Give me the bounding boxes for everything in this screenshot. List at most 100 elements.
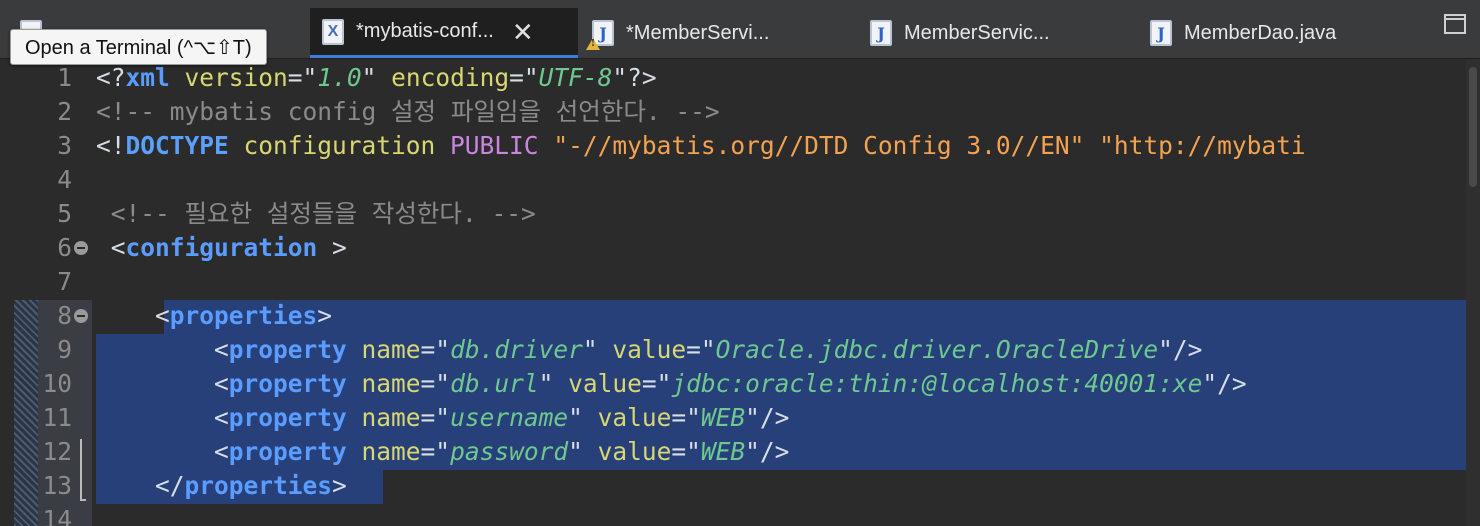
code-token: ="	[686, 335, 716, 364]
code-line[interactable]: 9 <property name="db.driver" value="Orac…	[0, 333, 1480, 367]
code-line[interactable]: 3 <!DOCTYPE configuration PUBLIC "-//myba…	[0, 129, 1480, 163]
code-token: <	[96, 437, 229, 466]
line-number: 5	[57, 199, 72, 228]
code-token: "	[568, 437, 583, 466]
code-token: <?	[96, 63, 126, 92]
code-line[interactable]: 1 <?xml version="1.0" encoding="UTF-8"?>	[0, 61, 1480, 95]
code-token: "	[582, 335, 598, 364]
code-token: <!-- 필요한 설정들을 작성한다. -->	[96, 199, 536, 228]
code-token: "	[1202, 369, 1218, 398]
code-line[interactable]: 12 <property name="password" value="WEB"…	[0, 435, 1480, 469]
code-line[interactable]: 5 <!-- 필요한 설정들을 작성한다. -->	[0, 197, 1480, 231]
code-token: property	[228, 437, 347, 466]
code-token: UTF-8	[538, 63, 613, 92]
code-token: value	[553, 369, 642, 398]
code-token: value	[582, 437, 672, 466]
code-token: "http://mybati	[1084, 131, 1306, 160]
fold-toggle-icon[interactable]	[74, 309, 88, 323]
tab-member-service[interactable]: J MemberServic...	[870, 8, 1130, 58]
tab-mybatis-config[interactable]: X *mybatis-conf... ✕	[310, 8, 578, 58]
code-token: <	[96, 369, 229, 398]
code-token: value	[582, 403, 672, 432]
code-token: version	[169, 63, 288, 92]
code-token: >	[332, 471, 347, 500]
code-token: <!	[96, 131, 126, 160]
tab-label: *mybatis-conf...	[356, 20, 494, 42]
scroll-thumb[interactable]	[1469, 67, 1477, 187]
code-token: "	[568, 403, 583, 432]
code-token: "	[745, 403, 760, 432]
code-editor[interactable]: 1 <?xml version="1.0" encoding="UTF-8"?> 2…	[0, 59, 1480, 526]
code-token: </	[96, 471, 185, 500]
code-line[interactable]: 4	[0, 163, 1480, 197]
code-token: encoding	[376, 63, 510, 92]
code-token: WEB	[700, 437, 746, 466]
code-text: <properties>	[96, 299, 332, 333]
code-line[interactable]: 13 </properties>	[0, 469, 1480, 503]
code-token: PUBLIC	[450, 131, 539, 160]
code-token: <	[96, 233, 126, 262]
code-line[interactable]: 2 <!-- mybatis config 설정 파일임을 선언한다. -->	[0, 95, 1480, 129]
java-file-icon: J	[870, 20, 892, 46]
code-token: property	[228, 403, 347, 432]
code-token: ="	[671, 437, 701, 466]
code-token: properties	[169, 301, 318, 330]
java-file-icon: J	[1150, 20, 1172, 46]
code-line[interactable]: 11 <property name="username" value="WEB"…	[0, 401, 1480, 435]
code-line[interactable]: 6 <configuration >	[0, 231, 1480, 265]
line-number: 10	[42, 369, 72, 398]
close-icon[interactable]: ✕	[512, 19, 534, 45]
code-token: name	[346, 403, 421, 432]
code-token: configuration	[125, 233, 318, 262]
code-token: <!-- mybatis config 설정 파일임을 선언한다. -->	[96, 97, 720, 126]
line-number: 8	[57, 301, 72, 330]
code-text: <property name="username" value="WEB"/>	[96, 401, 789, 435]
code-token: ?>	[627, 63, 657, 92]
code-token: "	[1158, 335, 1173, 364]
line-number: 9	[57, 335, 72, 364]
code-line[interactable]: 14	[0, 503, 1480, 526]
code-token: ="	[420, 335, 451, 364]
tab-member-service-impl[interactable]: J! *MemberServi...	[586, 8, 852, 58]
code-token: >	[317, 233, 347, 262]
code-line[interactable]: 10 <property name="db.url" value="jdbc:o…	[0, 367, 1480, 401]
code-token: properties	[184, 471, 333, 500]
code-token: "	[361, 63, 377, 92]
code-token: value	[597, 335, 687, 364]
code-token: ="	[671, 403, 701, 432]
code-token: />	[759, 403, 790, 432]
tooltip: Open a Terminal (^⌥⇧T)	[10, 29, 267, 65]
code-token: db.driver	[450, 335, 583, 364]
code-token: />	[1172, 335, 1203, 364]
code-token: />	[1217, 369, 1247, 398]
line-number: 1	[57, 63, 72, 92]
code-text: <!-- 필요한 설정들을 작성한다. -->	[96, 197, 536, 231]
maximize-icon[interactable]	[1444, 14, 1466, 34]
code-token: Oracle.jdbc.driver.OracleDrive	[715, 335, 1159, 364]
fold-toggle-icon[interactable]	[74, 241, 88, 255]
xml-file-icon: X	[322, 18, 344, 45]
code-token: WEB	[700, 403, 746, 432]
code-token: configuration	[228, 131, 451, 160]
code-token: <	[96, 301, 170, 330]
code-token: "	[612, 63, 628, 92]
code-token: db.url	[450, 369, 539, 398]
code-token: username	[450, 403, 569, 432]
code-text: </properties>	[96, 469, 347, 503]
code-line[interactable]: 8 <properties>	[0, 299, 1480, 333]
code-line[interactable]: 7	[0, 265, 1480, 299]
code-text: <!DOCTYPE configuration PUBLIC "-//mybat…	[96, 129, 1306, 163]
code-token: ="	[641, 369, 672, 398]
line-number: 12	[42, 437, 72, 466]
code-text: <?xml version="1.0" encoding="UTF-8"?>	[96, 61, 657, 95]
code-token: DOCTYPE	[125, 131, 229, 160]
tab-member-dao[interactable]: J MemberDao.java	[1150, 8, 1410, 58]
line-number: 2	[57, 97, 72, 126]
vertical-scrollbar[interactable]	[1466, 59, 1480, 526]
code-token: >	[317, 301, 333, 330]
code-token: xml	[125, 63, 170, 92]
line-number: 13	[42, 471, 72, 500]
line-number: 7	[57, 267, 72, 296]
code-token: name	[346, 437, 421, 466]
code-token: password	[450, 437, 569, 466]
